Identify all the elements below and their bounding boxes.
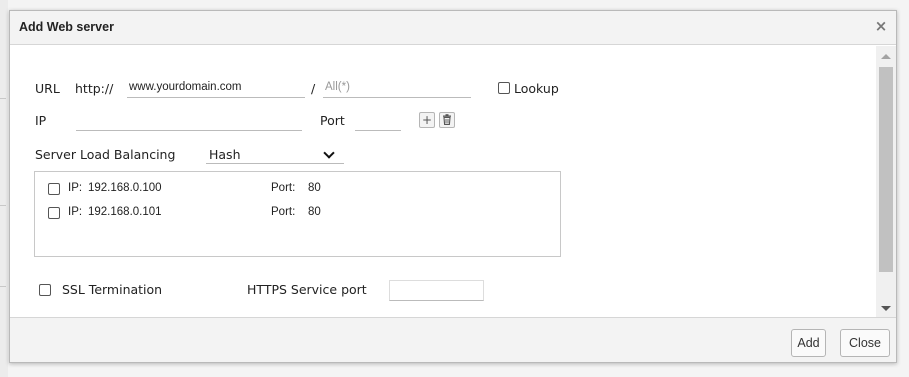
ip-label: IP	[35, 113, 47, 128]
server-ip: 192.168.0.101	[88, 206, 162, 218]
ssl-termination-checkbox[interactable]	[39, 284, 51, 296]
server-list: IP: 192.168.0.100 Port: 80 IP: 192.168.0…	[34, 171, 561, 257]
server-ip: 192.168.0.100	[88, 182, 162, 194]
server-port: 80	[308, 182, 321, 194]
lookup-checkbox[interactable]	[498, 82, 510, 94]
domain-input[interactable]: www.yourdomain.com	[127, 80, 305, 98]
trash-icon[interactable]	[439, 112, 455, 128]
https-port-input[interactable]	[389, 280, 484, 301]
https-port-label: HTTPS Service port	[247, 282, 367, 297]
scroll-up-icon[interactable]	[881, 54, 891, 59]
dialog-scrollbar[interactable]	[876, 46, 896, 317]
url-scheme: http://	[75, 81, 114, 96]
server-port: 80	[308, 206, 321, 218]
load-balancing-select[interactable]: Hash	[206, 146, 344, 164]
server-ip-label: IP:	[68, 182, 83, 194]
server-port-label: Port:	[271, 182, 296, 194]
url-label: URL	[35, 81, 60, 96]
domain-value: www.yourdomain.com	[129, 81, 242, 93]
background-divider	[0, 205, 6, 206]
server-port-label: Port:	[271, 206, 296, 218]
load-balancing-value: Hash	[209, 147, 241, 162]
server-checkbox[interactable]	[48, 207, 60, 219]
dialog-footer: Add Close	[10, 317, 896, 362]
ssl-termination-label: SSL Termination	[62, 282, 163, 297]
scroll-down-icon[interactable]	[881, 306, 891, 311]
port-input[interactable]	[355, 113, 401, 131]
scrollbar-thumb[interactable]	[879, 67, 893, 272]
path-input[interactable]: All(*)	[323, 80, 471, 98]
url-path-separator: /	[311, 81, 316, 96]
dialog-content: URL http:// www.yourdomain.com / All(*) …	[10, 46, 876, 317]
server-checkbox[interactable]	[48, 183, 60, 195]
background-divider	[0, 98, 6, 99]
lookup-label: Lookup	[514, 81, 559, 96]
port-label: Port	[320, 113, 345, 128]
background-window-edge	[0, 0, 8, 377]
plus-icon[interactable]: +	[419, 112, 435, 128]
background-divider	[0, 286, 6, 287]
close-button[interactable]: Close	[840, 329, 890, 357]
dialog-title: Add Web server	[19, 20, 114, 34]
path-placeholder: All(*)	[325, 81, 350, 93]
dialog-titlebar[interactable]: Add Web server ×	[10, 11, 896, 45]
chevron-down-icon	[323, 147, 335, 159]
load-balancing-label: Server Load Balancing	[35, 147, 176, 162]
server-ip-label: IP:	[68, 206, 83, 218]
close-icon[interactable]: ×	[872, 17, 890, 35]
add-button[interactable]: Add	[791, 329, 826, 357]
add-web-server-dialog: Add Web server × URL http:// www.yourdom…	[9, 10, 897, 363]
ip-input[interactable]	[76, 113, 302, 131]
